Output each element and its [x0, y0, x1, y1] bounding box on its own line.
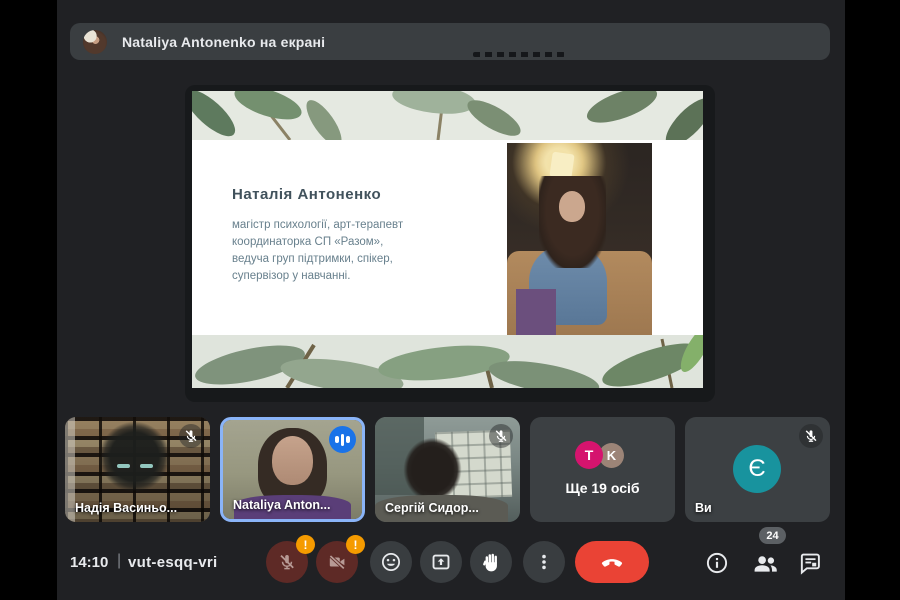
speaking-indicator-icon [329, 426, 356, 453]
end-call-icon [601, 559, 623, 567]
self-label: Ви [695, 501, 712, 515]
overflow-avatars: T K [530, 441, 675, 471]
presenter-avatar [83, 29, 107, 54]
photo-floral-dress [515, 288, 557, 335]
participant-tile-nataliya-active[interactable]: Nataliya Anton... [220, 417, 365, 522]
speaker-photo [507, 143, 652, 335]
mic-warning-badge: ! [296, 535, 315, 554]
slide-body-line: супервізор у навчанні. [232, 270, 351, 282]
presenting-banner-label: Nataliya Antonenko на екрані [122, 33, 326, 50]
mic-toggle-button[interactable]: ! [266, 535, 315, 583]
slide-body-line: магістр психології, арт-терапевт [232, 219, 404, 231]
participant-name-label: Сергій Сидор... [385, 501, 479, 515]
present-screen-button[interactable] [420, 541, 462, 583]
more-options-icon [542, 554, 546, 570]
self-view-tile[interactable]: Є Ви [685, 417, 830, 522]
mic-off-icon [799, 424, 823, 448]
more-options-button[interactable] [523, 541, 565, 583]
divider: | [117, 552, 122, 569]
more-people-label: Ще 19 осіб [565, 480, 640, 496]
info-icon [706, 552, 728, 574]
camera-off-icon [329, 554, 345, 570]
photo-face [559, 191, 586, 222]
chat-icon [800, 553, 820, 575]
people-icon [754, 555, 777, 572]
participant-name-label: Надія Васиньо... [75, 501, 178, 515]
shared-screen-tile[interactable]: Наталія Антоненко магістр психології, ар… [185, 85, 715, 402]
camera-warning-badge: ! [346, 535, 365, 554]
glasses-glint [140, 464, 154, 469]
participants-count-badge: 24 [759, 527, 786, 544]
chat-button[interactable] [798, 551, 822, 575]
meeting-details-button[interactable] [705, 551, 729, 575]
participant-name-label: Nataliya Anton... [233, 498, 331, 512]
meeting-code: vut-esqq-vri [128, 554, 218, 571]
participant-tile-serhii[interactable]: Сергій Сидор... [375, 417, 520, 522]
slide-plant-strip-bottom [192, 335, 703, 388]
present-screen-icon [432, 554, 450, 570]
avatar-letter-t: T [575, 441, 603, 469]
slide-content: Наталія Антоненко магістр психології, ар… [192, 91, 703, 388]
glasses-glint [117, 464, 131, 469]
presenting-banner[interactable]: Nataliya Antonenko на екрані [70, 23, 830, 60]
meet-app-area: Nataliya Antonenko на екрані Наталія Ант… [57, 0, 845, 600]
participant-face [271, 435, 314, 486]
raise-hand-button[interactable] [470, 541, 512, 583]
camera-toggle-button[interactable]: ! [316, 535, 365, 583]
plant-leaves-bottom-graphic [195, 335, 703, 388]
emoji-icon [381, 552, 401, 572]
slide-body-line: ведуча груп підтримки, спікер, [232, 253, 393, 265]
reactions-button[interactable] [370, 541, 412, 583]
mic-off-icon [179, 424, 203, 448]
slide-body-line: координаторка СП «Разом», [232, 236, 384, 248]
slide-body-text: магістр психології, арт-терапевт координ… [232, 217, 403, 285]
self-avatar: Є [733, 445, 781, 493]
slide-plant-strip-top [192, 91, 703, 140]
mic-off-icon [489, 424, 513, 448]
overflow-participants-tile[interactable]: T K Ще 19 осіб [530, 417, 675, 522]
plant-leaves-top-graphic [192, 91, 703, 140]
video-wall-sliver [65, 417, 75, 522]
raise-hand-icon [483, 553, 497, 572]
slide-title: Наталія Антоненко [232, 186, 382, 203]
mic-off-icon [280, 554, 294, 570]
end-call-button[interactable] [575, 541, 649, 583]
clock-time: 14:10 [70, 554, 109, 571]
participant-tile-nadiia[interactable]: Надія Васиньо... [65, 417, 210, 522]
watermark-artifact [473, 52, 565, 57]
show-participants-button[interactable] [751, 551, 779, 575]
meet-window: Nataliya Antonenko на екрані Наталія Ант… [0, 0, 900, 600]
